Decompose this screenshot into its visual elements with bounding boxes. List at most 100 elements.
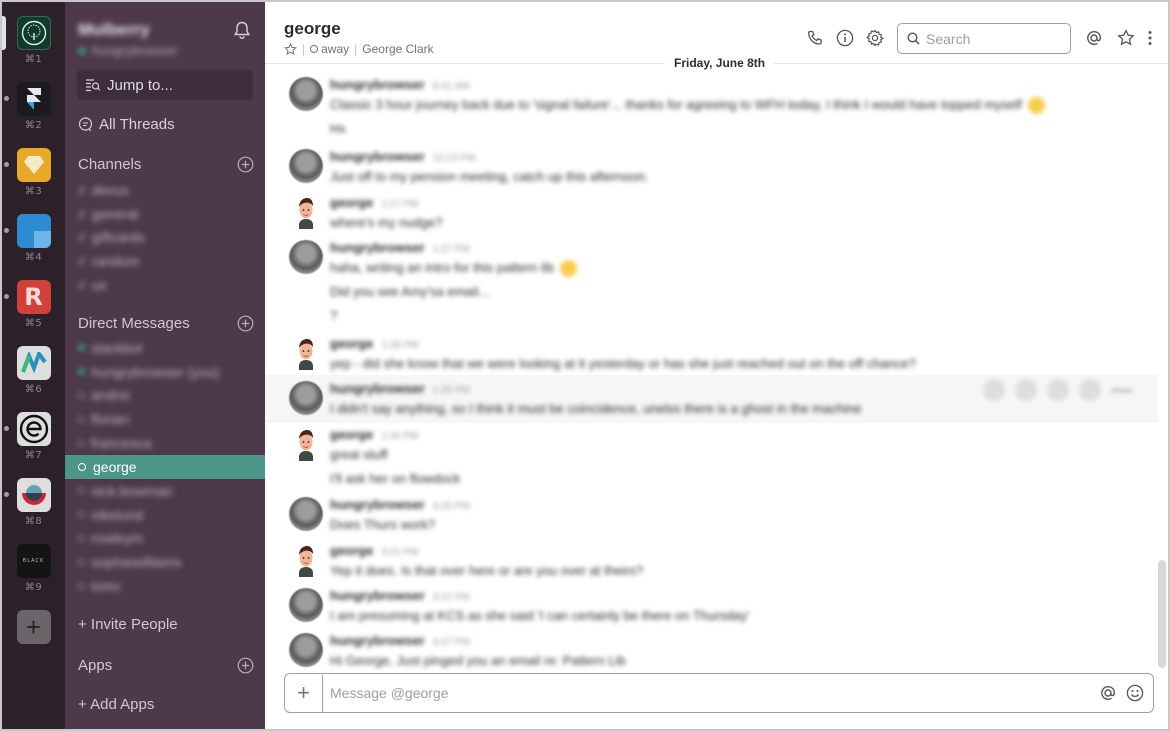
message[interactable]: hungrybrowser 3:20 PM Does Thurs work? (265, 495, 1158, 541)
message-author[interactable]: george 1:28 PM (330, 336, 419, 351)
dm-item[interactable]: florian (65, 407, 265, 431)
dm-item[interactable]: sophiewilliams (65, 550, 265, 574)
add-dm-icon[interactable] (237, 315, 254, 332)
add-app-icon[interactable] (237, 657, 254, 674)
dm-item[interactable]: hungrybrowser (you) (65, 360, 265, 384)
channel-item[interactable]: # general (65, 202, 265, 226)
attach-button[interactable]: + (285, 674, 323, 712)
dm-item[interactable]: slackbot (65, 336, 265, 360)
info-icon[interactable] (836, 29, 854, 47)
team-9[interactable]: BLACK ⌘9 (2, 544, 65, 610)
message[interactable]: george 1:28 PM yep - did she know that we … (265, 334, 1158, 380)
avatar-hungrybrowser[interactable] (289, 633, 323, 667)
channel-item[interactable]: # giftcards (65, 226, 265, 250)
all-threads-link[interactable]: All Threads (78, 116, 175, 133)
more-options-icon[interactable] (1145, 29, 1155, 47)
message-author[interactable]: george 3:21 PM (330, 543, 419, 558)
star-message-icon[interactable] (1079, 379, 1101, 401)
team-4[interactable]: ⌘4 (2, 214, 65, 280)
avatar-hungrybrowser[interactable] (289, 588, 323, 622)
message-author[interactable]: hungrybrowser 12:13 PM (330, 149, 475, 164)
avatar-hungrybrowser[interactable] (289, 497, 323, 531)
message[interactable]: george 1:30 PM great stuff I'll ask her on … (265, 425, 1158, 495)
avatar-george[interactable] (289, 195, 323, 229)
invite-people-link[interactable]: + Invite People (78, 616, 178, 633)
channel-item[interactable]: # random (65, 249, 265, 273)
avatar-george[interactable] (289, 336, 323, 370)
message-timestamp[interactable]: 3:20 PM (433, 501, 470, 512)
star-icon[interactable] (284, 42, 297, 56)
mentions-icon[interactable] (1085, 29, 1103, 47)
message-timestamp[interactable]: 1:27 PM (433, 244, 470, 255)
message[interactable]: hungrybrowser 12:13 PM Just off to my pens… (265, 147, 1158, 193)
avatar-hungrybrowser[interactable] (289, 77, 323, 111)
message-author[interactable]: george 1:30 PM (330, 427, 419, 442)
team-8[interactable]: ⌘8 (2, 478, 65, 544)
message-timestamp[interactable]: 3:22 PM (433, 592, 470, 603)
message-author[interactable]: hungrybrowser 9:41 AM (330, 77, 469, 92)
channels-label[interactable]: Channels (78, 156, 141, 173)
emoji-icon[interactable] (1126, 684, 1144, 702)
channel-item[interactable]: # ux (65, 273, 265, 297)
message-timestamp[interactable]: 1:30 PM (381, 431, 418, 442)
add-reaction-icon[interactable] (983, 379, 1005, 401)
gear-icon[interactable] (866, 29, 884, 47)
search-box[interactable] (897, 23, 1071, 54)
message-list[interactable]: hungrybrowser 9:41 AM Classic 3 hour journ… (265, 65, 1158, 670)
message-author[interactable]: hungrybrowser 1:27 PM (330, 240, 470, 255)
team-7[interactable]: ⌘7 (2, 412, 65, 478)
team-2[interactable]: ⌘2 (2, 82, 65, 148)
team-3[interactable]: ⌘3 (2, 148, 65, 214)
message[interactable]: hungrybrowser 9:41 AM Classic 3 hour journ… (265, 75, 1158, 145)
dm-item[interactable]: nikelund (65, 503, 265, 527)
message-author[interactable]: george 1:27 PM (330, 195, 419, 210)
message[interactable]: george 3:21 PM Yep it does. Is that over h… (265, 541, 1158, 587)
message[interactable]: george 1:27 PM where's my nudge? (265, 193, 1158, 239)
workspace-name[interactable]: Mulberry (78, 20, 150, 40)
add-team-button[interactable]: + (16, 610, 51, 644)
message-input[interactable] (323, 685, 1099, 701)
dm-item[interactable]: tomc (65, 574, 265, 598)
avatar-george[interactable] (289, 543, 323, 577)
scrollbar[interactable] (1158, 560, 1166, 668)
start-thread-icon[interactable] (1015, 379, 1037, 401)
phone-icon[interactable] (806, 29, 824, 47)
dm-item-selected[interactable]: george (65, 454, 265, 479)
team-1[interactable]: ⌘1 (2, 16, 65, 82)
message-author[interactable]: hungrybrowser 3:22 PM (330, 588, 470, 603)
dm-item[interactable]: rowleym (65, 527, 265, 551)
message-timestamp[interactable]: 1:28 PM (381, 340, 418, 351)
message-author[interactable]: hungrybrowser 3:20 PM (330, 497, 470, 512)
message-timestamp[interactable]: 1:27 PM (381, 199, 418, 210)
search-input[interactable] (926, 30, 1066, 47)
message-author[interactable]: hungrybrowser 1:29 PM (330, 381, 470, 396)
message-timestamp[interactable]: 3:27 PM (433, 637, 470, 648)
avatar-hungrybrowser[interactable] (289, 381, 323, 415)
starred-items-icon[interactable] (1117, 29, 1135, 47)
share-icon[interactable] (1047, 379, 1069, 401)
message[interactable]: hungrybrowser 1:27 PM haha, writing an int… (265, 238, 1158, 332)
dm-item[interactable]: andrei (65, 384, 265, 408)
apps-label[interactable]: Apps (78, 657, 112, 674)
avatar-hungrybrowser[interactable] (289, 240, 323, 274)
message-timestamp[interactable]: 1:29 PM (433, 385, 470, 396)
mention-icon[interactable] (1099, 684, 1117, 702)
dm-item[interactable]: nick.bowman (65, 479, 265, 503)
team-5[interactable]: R ⌘5 (2, 280, 65, 346)
dm-label[interactable]: Direct Messages (78, 315, 190, 332)
message-timestamp[interactable]: 3:21 PM (381, 547, 418, 558)
message-author[interactable]: hungrybrowser 3:27 PM (330, 633, 470, 648)
more-actions-icon[interactable] (1111, 389, 1133, 392)
dm-item[interactable]: francesca (65, 431, 265, 455)
message-timestamp[interactable]: 12:13 PM (433, 153, 476, 164)
message-timestamp[interactable]: 9:41 AM (433, 81, 470, 92)
bell-icon[interactable] (232, 20, 252, 40)
team-6[interactable]: ⌘6 (2, 346, 65, 412)
channel-item[interactable]: # devux (65, 178, 265, 202)
add-channel-icon[interactable] (237, 156, 254, 173)
avatar-hungrybrowser[interactable] (289, 149, 323, 183)
add-apps-link[interactable]: + Add Apps (78, 696, 154, 713)
message[interactable]: hungrybrowser 3:27 PM Hi George, Just ping… (265, 631, 1158, 670)
message[interactable]: hungrybrowser 3:22 PM I am presuming at KC… (265, 586, 1158, 632)
avatar-george[interactable] (289, 427, 323, 461)
